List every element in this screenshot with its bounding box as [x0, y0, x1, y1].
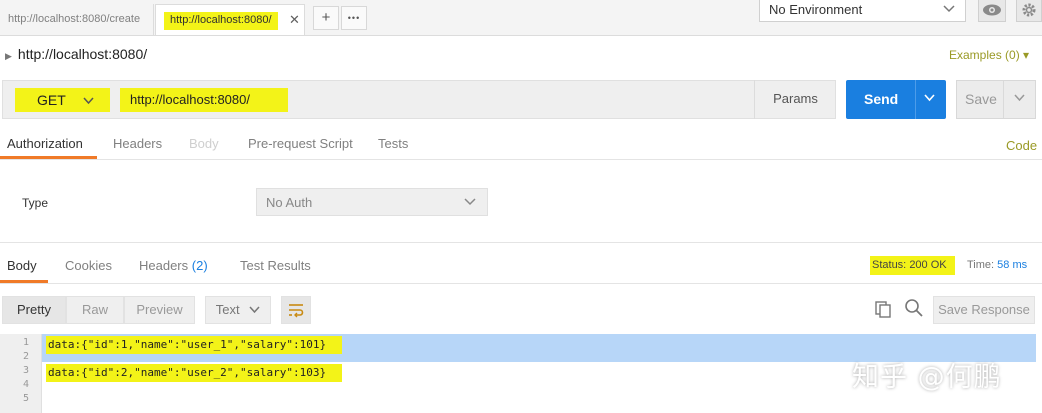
line-number-gutter: 1 2 3 4 5	[0, 334, 42, 413]
time-label: Time:	[967, 259, 995, 271]
response-line[interactable]: data:{"id":2,"name":"user_2","salary":10…	[46, 364, 343, 382]
chevron-down-icon	[80, 97, 94, 108]
tab-root[interactable]: http://localhost:8080/	[155, 4, 305, 35]
raw-button[interactable]: Raw	[66, 296, 124, 324]
method-select[interactable]: GET	[15, 88, 110, 112]
response-line[interactable]: data:{"id":1,"name":"user_1","salary":10…	[46, 336, 343, 354]
chevron-down-icon	[249, 306, 260, 314]
headers-count-badge: (2)	[191, 258, 208, 273]
examples-dropdown[interactable]: Examples (0) ▾	[949, 48, 1029, 62]
line-number: 3	[22, 365, 29, 376]
chevron-down-icon[interactable]	[924, 80, 935, 118]
tab-response-body[interactable]: Body	[7, 258, 37, 273]
send-button[interactable]: Send	[846, 80, 946, 119]
format-value: Text	[215, 302, 240, 317]
wrap-lines-icon[interactable]	[281, 296, 311, 324]
tab-response-headers[interactable]: Headers (2)	[139, 258, 208, 273]
format-select[interactable]: Text	[205, 296, 271, 324]
url-input[interactable]: http://localhost:8080/	[120, 88, 288, 112]
tab-pre-request-script[interactable]: Pre-request Script	[248, 136, 353, 151]
line-number: 5	[22, 393, 29, 404]
environment-label: No Environment	[769, 2, 863, 17]
tab-test-results[interactable]: Test Results	[240, 258, 311, 273]
save-button[interactable]: Save	[956, 80, 1036, 119]
line-number: 2	[22, 351, 29, 362]
line-number: 4	[22, 379, 29, 390]
gear-icon[interactable]	[1016, 0, 1042, 22]
code-link[interactable]: Code	[1006, 138, 1037, 153]
status-label: Status:	[872, 259, 907, 271]
status-value: 200 OK	[909, 259, 947, 271]
tab-label: http://localhost:8080/create	[8, 13, 141, 25]
method-label: GET	[37, 92, 66, 108]
auth-type-select[interactable]: No Auth	[256, 188, 488, 216]
divider	[0, 283, 1042, 284]
watermark: 知乎 @何鹏	[852, 362, 1002, 393]
chevron-down-icon[interactable]	[1014, 81, 1025, 118]
eye-icon[interactable]	[978, 0, 1006, 22]
tab-tests[interactable]: Tests	[378, 136, 408, 151]
chevron-down-icon	[942, 1, 956, 18]
params-button[interactable]: Params	[754, 80, 836, 119]
tab-body[interactable]: Body	[189, 136, 219, 151]
line-number: 1	[22, 337, 29, 348]
auth-type-label: Type	[22, 196, 49, 210]
time-value: 58 ms	[997, 259, 1028, 271]
send-divider	[915, 80, 916, 119]
copy-icon[interactable]	[874, 300, 892, 323]
tab-cookies[interactable]: Cookies	[65, 258, 112, 273]
save-response-button[interactable]: Save Response	[933, 296, 1035, 324]
more-tabs-button[interactable]: •••	[341, 6, 367, 30]
tab-label: Headers	[139, 258, 189, 273]
request-title[interactable]: ▶ http://localhost:8080/	[5, 46, 147, 62]
chevron-down-icon	[463, 194, 477, 211]
request-title-text: http://localhost:8080/	[17, 46, 148, 62]
auth-type-value: No Auth	[266, 195, 313, 210]
new-tab-button[interactable]: +	[313, 6, 339, 30]
save-divider	[1003, 81, 1004, 118]
expand-triangle-icon: ▶	[5, 51, 12, 61]
environment-select[interactable]: No Environment	[759, 0, 966, 22]
preview-button[interactable]: Preview	[124, 296, 195, 324]
tab-authorization[interactable]: Authorization	[7, 136, 83, 151]
save-label: Save	[965, 91, 997, 107]
tab-label: http://localhost:8080/	[164, 12, 278, 30]
send-label: Send	[864, 91, 899, 107]
close-icon[interactable]: ✕	[289, 12, 300, 28]
tab-headers[interactable]: Headers	[113, 136, 162, 151]
response-time: Time: 58 ms	[967, 259, 1027, 271]
search-icon[interactable]	[904, 298, 924, 323]
status-badge: Status: 200 OK	[870, 256, 955, 275]
pretty-button[interactable]: Pretty	[2, 296, 66, 324]
tab-create[interactable]: http://localhost:8080/create	[0, 4, 154, 35]
divider	[0, 159, 1042, 160]
divider	[0, 242, 1042, 243]
